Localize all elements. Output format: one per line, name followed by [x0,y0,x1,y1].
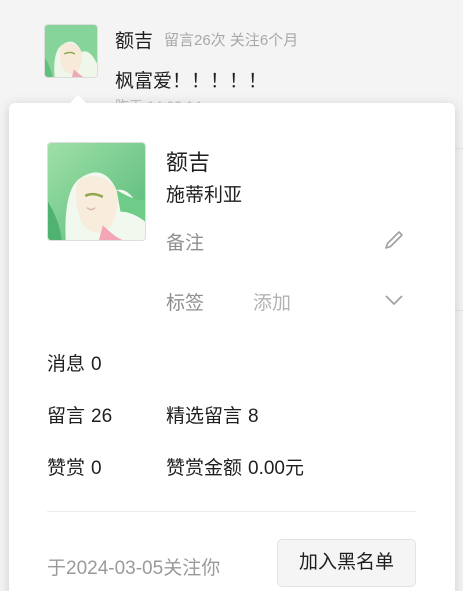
comment-item: 额吉 留言26次 关注6个月 枫富爱！！！！！ 昨天 14:03:14 [0,0,463,114]
stat-label: 赞赏金额 [166,458,243,479]
stat-messages: 消息 0 [47,349,102,376]
tag-label: 标签 [166,293,205,314]
profile-avatar [47,142,146,241]
stat-label: 赞赏 [47,458,86,479]
stat-value: 0 [91,458,102,479]
profile-nickname: 额吉 [166,150,211,175]
tag-add-select[interactable]: 添加 [253,288,291,315]
profile-real-name: 施蒂利亚 [166,185,243,206]
stat-label: 精选留言 [166,406,243,427]
followed-since: 于2024-03-05关注你 [47,558,221,579]
commenter-meta: 留言26次 关注6个月 [164,32,299,49]
commenter-avatar[interactable] [44,24,98,78]
pencil-icon[interactable] [383,229,405,251]
stat-label: 留言 [47,406,86,427]
remark-field[interactable]: 备注 [166,228,204,255]
avatar-image [45,25,97,77]
stat-value: 0 [91,354,102,375]
add-to-blacklist-button[interactable]: 加入黑名单 [277,539,416,587]
comment-text: 枫富爱！！！！！ [115,71,268,92]
divider [47,511,416,512]
stat-label: 消息 [47,354,86,375]
commenter-name[interactable]: 额吉 [115,26,153,53]
popover-arrow [69,95,87,104]
stat-value: 8 [248,406,259,427]
stat-featured-comments: 精选留言 8 [166,401,259,428]
stat-reward-amount: 赞赏金额 0.00元 [166,453,304,480]
stat-rewards: 赞赏 0 [47,453,102,480]
stat-value: 0.00元 [248,458,304,479]
stat-value: 26 [91,406,113,427]
user-profile-popover: 额吉 施蒂利亚 备注 标签 添加 消息 0 留言 26 精选留言 8 赞赏 0 赞赏金额… [9,95,455,591]
chevron-down-icon[interactable] [383,289,405,311]
stat-comments: 留言 26 [47,401,112,428]
avatar-image [48,143,145,240]
